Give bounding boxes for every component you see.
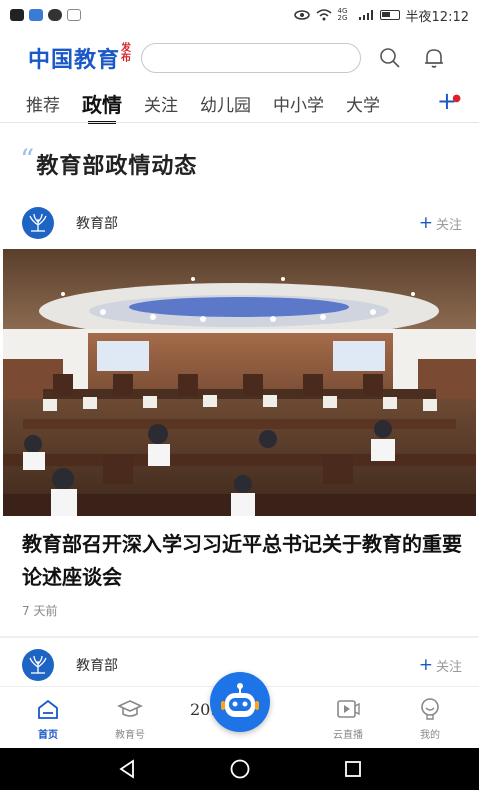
follow-button[interactable]: + 关注 bbox=[419, 655, 462, 675]
section-heading: “ 教育部政情动态 bbox=[20, 143, 198, 180]
follow-label: 关注 bbox=[435, 659, 462, 675]
nav-profile-label: 我的 bbox=[420, 730, 440, 741]
tab-k12[interactable]: 中小学 bbox=[273, 91, 324, 116]
video-play-icon bbox=[335, 697, 361, 721]
robot-icon bbox=[221, 683, 259, 717]
follow-button[interactable]: + 关注 bbox=[419, 213, 462, 233]
home-icon bbox=[35, 697, 61, 721]
section-title: 教育部政情动态 bbox=[36, 153, 198, 179]
moe-logo-icon bbox=[29, 655, 47, 674]
article-time: 7 天前 bbox=[22, 604, 58, 618]
tab-kindergarten[interactable]: 幼儿园 bbox=[200, 91, 251, 116]
nav-edu-account[interactable]: 教育号 bbox=[100, 697, 160, 741]
eye-icon bbox=[293, 10, 310, 20]
nav-profile[interactable]: 我的 bbox=[400, 697, 460, 741]
status-bar: 4G 2G 半夜12:12 bbox=[0, 0, 479, 30]
quote-icon: “ bbox=[20, 143, 35, 176]
nav-home[interactable]: 首页 bbox=[18, 697, 78, 741]
author-name[interactable]: 教育部 bbox=[76, 655, 118, 675]
nav-live-label: 云直播 bbox=[333, 730, 363, 741]
divider bbox=[0, 636, 479, 638]
recents-square-icon bbox=[344, 761, 361, 777]
bell-icon[interactable] bbox=[419, 43, 449, 73]
app-logo: 中国教育 发 布 bbox=[28, 42, 131, 74]
network-type: 4G 2G bbox=[337, 7, 348, 22]
add-channel-icon[interactable]: + ● bbox=[437, 86, 461, 116]
logo-sub-2: 布 bbox=[121, 53, 132, 64]
system-navigation-bar bbox=[0, 748, 479, 790]
signal-icon bbox=[358, 10, 373, 20]
system-indicators: 4G 2G 半夜12:12 bbox=[293, 6, 469, 25]
tab-university[interactable]: 大学 bbox=[346, 91, 380, 116]
tab-politics[interactable]: 政情 bbox=[82, 89, 122, 124]
author-avatar[interactable] bbox=[22, 649, 54, 681]
article-image[interactable] bbox=[3, 249, 476, 516]
app-header: 中国教育 发 布 bbox=[0, 38, 479, 78]
nav-live[interactable]: 云直播 bbox=[318, 697, 378, 741]
nav-edu-account-label: 教育号 bbox=[115, 730, 145, 741]
author-avatar[interactable] bbox=[22, 207, 54, 239]
search-icon[interactable] bbox=[375, 43, 405, 73]
graduation-cap-icon bbox=[117, 697, 143, 721]
divider bbox=[0, 122, 479, 123]
follow-label: 关注 bbox=[435, 217, 462, 233]
logo-main-text: 中国教育 bbox=[28, 48, 121, 73]
moe-logo-icon bbox=[29, 213, 47, 232]
nav-home-label: 首页 bbox=[38, 730, 58, 741]
plus-icon: + bbox=[418, 213, 433, 233]
plus-icon: + bbox=[418, 655, 433, 675]
app-notification-icon bbox=[29, 9, 43, 21]
clock: 半夜12:12 bbox=[405, 9, 469, 25]
notification-icons bbox=[10, 9, 81, 21]
channel-tabs: 推荐 政情 关注 幼儿园 中小学 大学 bbox=[0, 86, 479, 124]
search-input[interactable] bbox=[141, 43, 362, 73]
logo-sub-text: 发 布 bbox=[121, 44, 131, 64]
cloud-icon bbox=[48, 9, 62, 21]
recents-button[interactable] bbox=[333, 754, 373, 784]
tab-recommend[interactable]: 推荐 bbox=[26, 91, 60, 116]
author-row: 教育部 + 关注 bbox=[22, 206, 462, 240]
wechat-icon bbox=[10, 9, 24, 21]
back-button[interactable] bbox=[107, 754, 147, 784]
robot-assistant-button[interactable] bbox=[210, 672, 270, 732]
home-button[interactable] bbox=[220, 754, 260, 784]
article-headline[interactable]: 教育部召开深入学习习近平总书记关于教育的重要论述座谈会 bbox=[22, 528, 462, 594]
author-name[interactable]: 教育部 bbox=[76, 213, 118, 233]
wifi-icon bbox=[316, 9, 332, 21]
profile-icon bbox=[417, 697, 443, 721]
tab-following[interactable]: 关注 bbox=[144, 91, 178, 116]
meeting-room-photo bbox=[3, 249, 476, 516]
a-badge-icon bbox=[67, 9, 81, 21]
home-circle-icon bbox=[230, 759, 249, 779]
back-triangle-icon bbox=[118, 759, 134, 779]
battery-icon bbox=[379, 10, 400, 20]
